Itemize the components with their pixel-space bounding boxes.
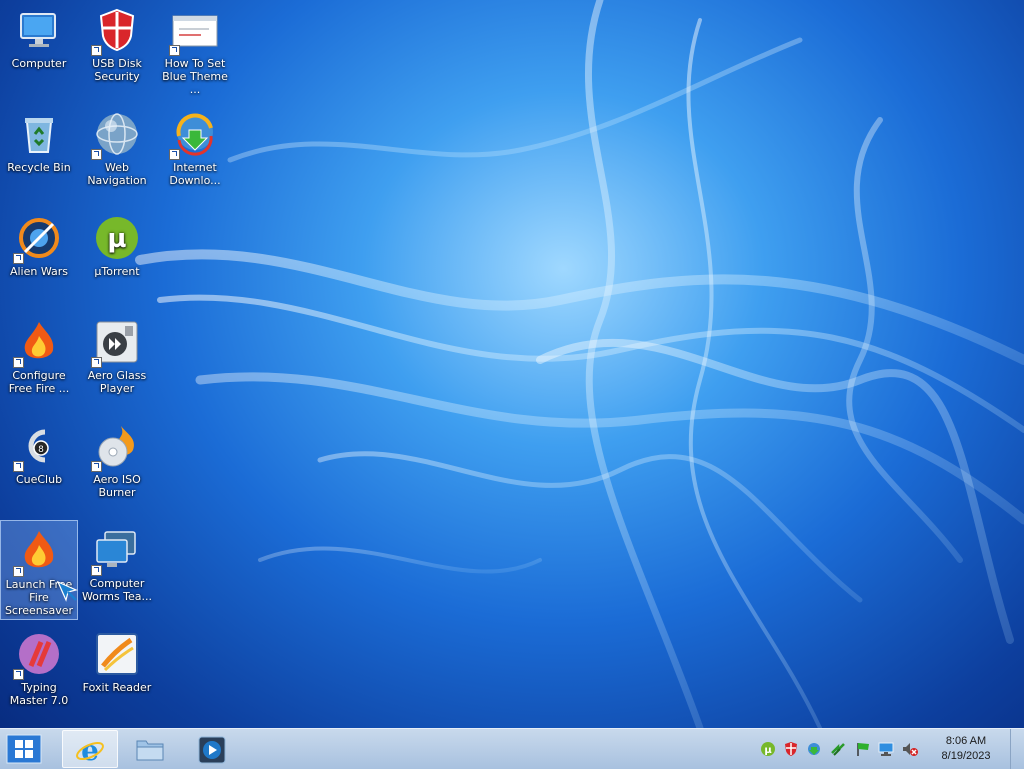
taskbar-clock[interactable]: 8:06 AM 8/19/2023 (930, 734, 1002, 764)
desktop-icon-web-navigation[interactable]: Web Navigation (78, 104, 156, 200)
desktop-icon-alien-wars[interactable]: Alien Wars (0, 208, 78, 304)
desktop-icon-label: USB Disk Security (92, 57, 142, 83)
windows-logo-icon (6, 734, 42, 764)
shortcut-arrow-icon (91, 357, 102, 368)
shortcut-arrow-icon (13, 461, 24, 472)
desktop-icon-label: Typing Master 7.0 (9, 681, 69, 707)
desktop-icon-cueclub[interactable]: 8 CueClub (0, 416, 78, 512)
desktop-icon-label: Aero Glass Player (87, 369, 147, 395)
taskbar: e µ 8:06 AM 8/19/2023 (0, 728, 1024, 769)
desktop-icon-label: Alien Wars (9, 265, 69, 278)
desktop-icon-typing-master[interactable]: Typing Master 7.0 (0, 624, 78, 720)
desktop-icon-label: Aero ISO Burner (93, 473, 141, 499)
shortcut-arrow-icon (13, 566, 24, 577)
shortcut-arrow-icon (13, 669, 24, 680)
shortcut-arrow-icon (13, 253, 24, 264)
desktop-icon-aero-iso-burner[interactable]: Aero ISO Burner (78, 416, 156, 512)
desktop-icon-label: Configure Free Fire ... (8, 369, 70, 395)
media-player-icon (198, 736, 226, 764)
svg-text:µ: µ (764, 745, 772, 756)
volume-muted-tray-icon[interactable] (902, 741, 918, 757)
desktop-icon-launch-free-fire-screensaver[interactable]: Launch Free Fire Screensaver (0, 520, 78, 620)
flag-tray-icon[interactable] (855, 741, 871, 757)
desktop-icon-aero-glass-player[interactable]: Aero Glass Player (78, 312, 156, 408)
arrows-tray-icon[interactable] (830, 741, 846, 757)
desktop-icon-label: Web Navigation (87, 161, 147, 187)
utorrent-tray-icon[interactable]: µ (760, 741, 776, 757)
desktop-icon-label: Foxit Reader (82, 681, 152, 694)
desktop-icon-label: CueClub (15, 473, 63, 486)
shortcut-arrow-icon (91, 565, 102, 576)
show-desktop-button[interactable] (1010, 729, 1024, 769)
shortcut-arrow-icon (169, 149, 180, 160)
taskbar-internet-explorer[interactable]: e (62, 730, 118, 768)
desktop-icon-foxit-reader[interactable]: Foxit Reader (78, 624, 156, 720)
desktop-icon-recycle-bin[interactable]: Recycle Bin (0, 104, 78, 200)
desktop-icon-label: Internet Downlo... (169, 161, 221, 187)
svg-text:8: 8 (38, 445, 44, 455)
desktop-icon-how-to-set-blue-theme[interactable]: How To Set Blue Theme ... (156, 0, 234, 96)
desktop-icon-computer[interactable]: Computer (0, 0, 78, 96)
desktop-icon-configure-free-fire[interactable]: Configure Free Fire ... (0, 312, 78, 408)
shortcut-arrow-icon (169, 45, 180, 56)
shortcut-arrow-icon (91, 149, 102, 160)
download-tray-icon[interactable] (806, 741, 822, 757)
desktop-icon-usb-disk-security[interactable]: USB Disk Security (78, 0, 156, 96)
recycle-bin-icon (25, 118, 53, 153)
clock-time: 8:06 AM (945, 735, 987, 747)
desktop-icon-label: Recycle Bin (7, 161, 71, 174)
shortcut-arrow-icon (91, 45, 102, 56)
desktop-icon-label: Computer Worms Tea... (81, 577, 153, 603)
internet-explorer-icon: e (76, 735, 104, 765)
desktop-icon-computer-worms[interactable]: Computer Worms Tea... (78, 520, 156, 616)
desktop-icon-internet-download-manager[interactable]: Internet Downlo... (156, 104, 234, 200)
clock-date: 8/19/2023 (941, 750, 991, 762)
foxit-reader-icon (96, 633, 138, 675)
svg-text:e: e (81, 735, 99, 765)
desktop-icon-utorrent[interactable]: µ µTorrent (78, 208, 156, 304)
shortcut-arrow-icon (13, 357, 24, 368)
mouse-cursor-icon (56, 580, 78, 602)
start-button[interactable] (6, 734, 42, 764)
taskbar-media-player[interactable] (184, 730, 240, 768)
taskbar-file-explorer[interactable] (122, 730, 178, 768)
computer-monitor-icon (20, 13, 56, 47)
desktop-icon-label: Computer (11, 57, 67, 70)
network-tray-icon[interactable] (878, 741, 894, 757)
desktop-icon-label: µTorrent (94, 265, 140, 278)
desktop-icon-label: How To Set Blue Theme ... (162, 57, 228, 96)
shortcut-arrow-icon (91, 461, 102, 472)
shield-tray-icon[interactable] (783, 741, 799, 757)
svg-text:µ: µ (107, 224, 126, 254)
utorrent-icon: µ (96, 217, 138, 259)
folder-icon (136, 740, 164, 761)
